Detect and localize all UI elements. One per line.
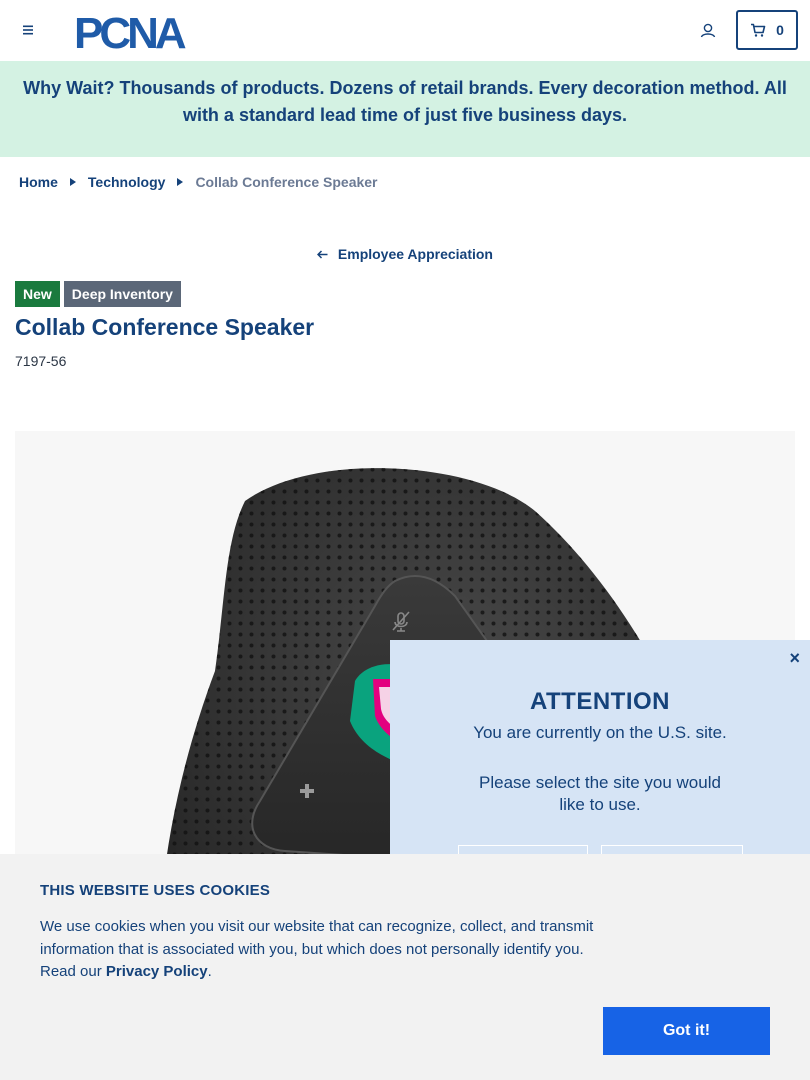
arrow-left-icon	[316, 246, 332, 262]
account-button[interactable]	[696, 18, 720, 42]
menu-button[interactable]	[18, 20, 38, 40]
cart-count: 0	[776, 22, 784, 38]
caret-right-icon	[177, 178, 184, 186]
accept-cookies-button[interactable]: Got it!	[603, 1007, 770, 1055]
cart-icon	[751, 23, 766, 37]
cookie-text-end: .	[207, 963, 212, 980]
breadcrumb-home[interactable]: Home	[19, 174, 58, 190]
breadcrumb-technology[interactable]: Technology	[88, 174, 166, 190]
product-title: Collab Conference Speaker	[15, 314, 315, 340]
product-badges: New Deep Inventory	[15, 281, 181, 307]
back-link[interactable]: Employee Appreciation	[0, 246, 810, 262]
site-header: PCNA 0	[0, 0, 810, 60]
caret-right-icon	[69, 178, 76, 186]
product-sku: 7197-56	[15, 353, 67, 369]
badge-deep-inventory: Deep Inventory	[63, 281, 181, 307]
user-icon	[700, 23, 716, 38]
logo-text: PCNA	[74, 9, 186, 52]
popup-current-site: You are currently on the U.S. site.	[473, 723, 727, 742]
popup-title: ATTENTION	[529, 688, 671, 715]
privacy-policy-link[interactable]: Privacy Policy	[106, 963, 208, 980]
region-select-popup: × ATTENTION You are currently on the U.S…	[390, 640, 810, 876]
breadcrumb: Home Technology Collab Conference Speake…	[19, 174, 378, 190]
close-icon[interactable]: ×	[789, 648, 800, 669]
cookie-text: We use cookies when you visit our websit…	[40, 916, 610, 984]
breadcrumb-current: Collab Conference Speaker	[195, 174, 378, 190]
badge-new: New	[15, 281, 60, 307]
promo-banner: Why Wait? Thousands of products. Dozens …	[0, 61, 810, 157]
pcna-logo[interactable]: PCNA	[74, 8, 226, 58]
back-link-label: Employee Appreciation	[337, 246, 493, 262]
cookie-title: THIS WEBSITE USES COOKIES	[40, 882, 271, 899]
popup-instruction: Please select the site you would like to…	[479, 773, 721, 814]
cookie-banner: THIS WEBSITE USES COOKIES We use cookies…	[0, 854, 810, 1080]
cart-button[interactable]: 0	[736, 10, 798, 50]
hamburger-icon	[23, 25, 33, 35]
